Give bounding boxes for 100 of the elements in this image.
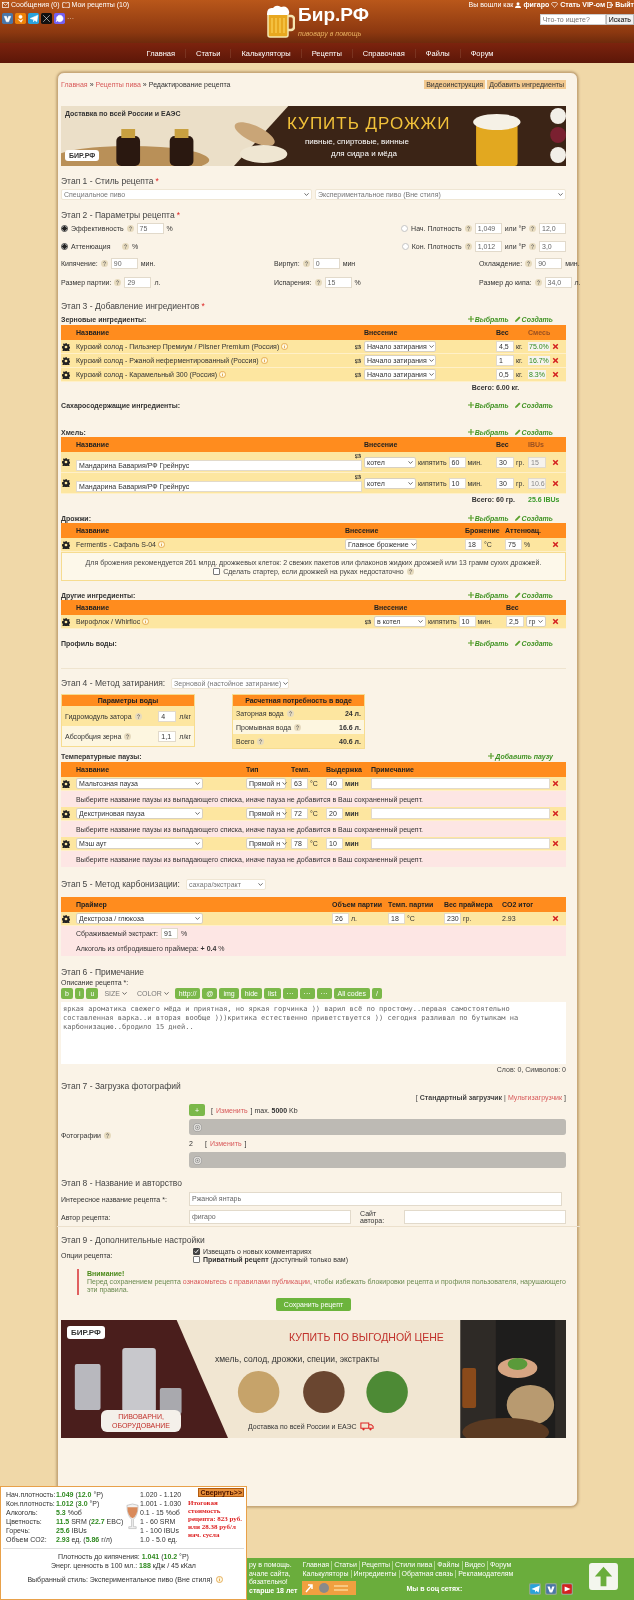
caret-icon: [408, 460, 413, 464]
pencil-icon: [514, 316, 521, 322]
radio-button[interactable]: [61, 225, 68, 232]
section-title: Этап 3 - Добавление ингредиентов: [61, 301, 200, 311]
share-icon[interactable]: [2, 13, 13, 24]
note-field[interactable]: [371, 838, 550, 849]
gear-icon[interactable]: [62, 779, 70, 788]
help-icon[interactable]: [534, 279, 542, 286]
required-mark: *: [155, 176, 159, 186]
help-icon[interactable]: [126, 225, 134, 232]
scroll-up-button[interactable]: [589, 1563, 618, 1590]
caret-icon: [195, 782, 200, 785]
plus-icon: [467, 515, 474, 521]
help-icon[interactable]: [294, 723, 302, 731]
swap-icon[interactable]: [354, 343, 362, 350]
share-icon[interactable]: [28, 13, 39, 24]
social-icon[interactable]: [529, 1583, 541, 1595]
banner-headline: КУПИТЬ ПО ВЫГОДНОЙ ЦЕНЕ: [289, 1331, 444, 1343]
social-icon[interactable]: [545, 1583, 557, 1595]
delete-icon[interactable]: [552, 479, 559, 487]
banner-headline: КУПИТЬ ДРОЖЖИ: [287, 114, 451, 134]
swap-icon[interactable]: [364, 618, 372, 625]
gear-icon[interactable]: [62, 617, 70, 626]
delete-icon[interactable]: [552, 810, 559, 817]
caret-icon: [282, 782, 288, 785]
help-icon[interactable]: [529, 225, 536, 232]
caret-icon: [428, 359, 434, 362]
delete-icon[interactable]: [552, 371, 559, 378]
photo-placeholder-icon: [193, 1155, 202, 1165]
help-icon[interactable]: [529, 243, 536, 250]
help-icon[interactable]: [464, 225, 472, 232]
checkbox[interactable]: [213, 567, 221, 575]
gear-icon[interactable]: [62, 458, 70, 466]
help-icon[interactable]: [464, 243, 472, 250]
share-icon[interactable]: [41, 13, 52, 24]
help-icon[interactable]: [100, 260, 108, 267]
caret-icon: [428, 345, 434, 348]
plus-icon: [467, 592, 474, 598]
gear-icon[interactable]: [62, 342, 70, 351]
delete-icon[interactable]: [552, 458, 559, 466]
caret-icon: [195, 842, 200, 845]
help-icon[interactable]: [302, 260, 310, 267]
banner-text: для сидра и мёда: [331, 149, 397, 158]
pencil-icon: [514, 429, 521, 435]
required-mark: *: [201, 301, 205, 311]
section-title: Этап 4 - Метод затирания:: [61, 678, 166, 688]
help-icon[interactable]: [286, 709, 294, 717]
delete-icon[interactable]: [552, 915, 559, 922]
gear-icon[interactable]: [62, 370, 70, 379]
gear-icon[interactable]: [62, 356, 70, 365]
help-icon[interactable]: [134, 712, 142, 720]
pencil-icon: [514, 592, 521, 598]
checkbox[interactable]: [193, 1248, 200, 1255]
caret-icon: [283, 681, 289, 685]
delete-icon[interactable]: [552, 780, 559, 787]
share-icon[interactable]: [54, 13, 65, 24]
section-title: Этап 7 - Загрузка фотографий: [61, 1081, 181, 1091]
delete-icon[interactable]: [552, 357, 559, 364]
help-icon[interactable]: [257, 737, 265, 745]
envelope-icon: [2, 1, 9, 8]
user-icon: [515, 1, 522, 8]
section-title: Этап 5 - Метод карбонизации:: [61, 879, 180, 889]
caret-icon: [304, 193, 309, 196]
site-field[interactable]: [404, 1210, 566, 1224]
swap-icon[interactable]: [354, 453, 362, 459]
plus-icon: [467, 429, 474, 435]
caret-icon: [408, 481, 413, 485]
caret-icon: [538, 620, 543, 623]
gear-icon[interactable]: [62, 839, 70, 848]
delete-icon[interactable]: [552, 343, 559, 350]
banner-text: хмель, солод, дрожжи, специи, экстракты: [215, 1354, 380, 1364]
delete-icon[interactable]: [552, 541, 559, 548]
help-icon[interactable]: [525, 260, 533, 267]
swap-icon[interactable]: [354, 357, 362, 364]
site-logo[interactable]: Бир.РФ: [298, 4, 369, 30]
gear-icon[interactable]: [62, 479, 70, 487]
checkbox[interactable]: [193, 1256, 200, 1263]
counter-badge[interactable]: [302, 1581, 357, 1595]
help-icon[interactable]: [124, 732, 132, 740]
share-icon[interactable]: [15, 13, 26, 24]
swap-icon[interactable]: [354, 474, 362, 480]
logout-icon: [607, 1, 614, 8]
note-field[interactable]: [371, 778, 550, 789]
note-field[interactable]: [371, 808, 550, 819]
gear-icon[interactable]: [62, 914, 70, 923]
help-icon[interactable]: [406, 567, 414, 575]
gear-icon[interactable]: [62, 809, 70, 818]
photo-placeholder-icon: [193, 1122, 202, 1132]
delete-icon[interactable]: [552, 840, 559, 847]
truck-icon: [359, 1422, 374, 1431]
help-icon[interactable]: [122, 243, 129, 250]
help-icon[interactable]: [114, 279, 122, 286]
help-icon[interactable]: [104, 1131, 111, 1139]
gear-icon[interactable]: [62, 540, 70, 549]
swap-icon[interactable]: [354, 371, 362, 378]
caret-icon: [428, 373, 434, 376]
delete-icon[interactable]: [552, 618, 559, 625]
radio-button[interactable]: [61, 243, 68, 250]
social-icon[interactable]: [561, 1583, 573, 1595]
help-icon[interactable]: [314, 279, 322, 286]
